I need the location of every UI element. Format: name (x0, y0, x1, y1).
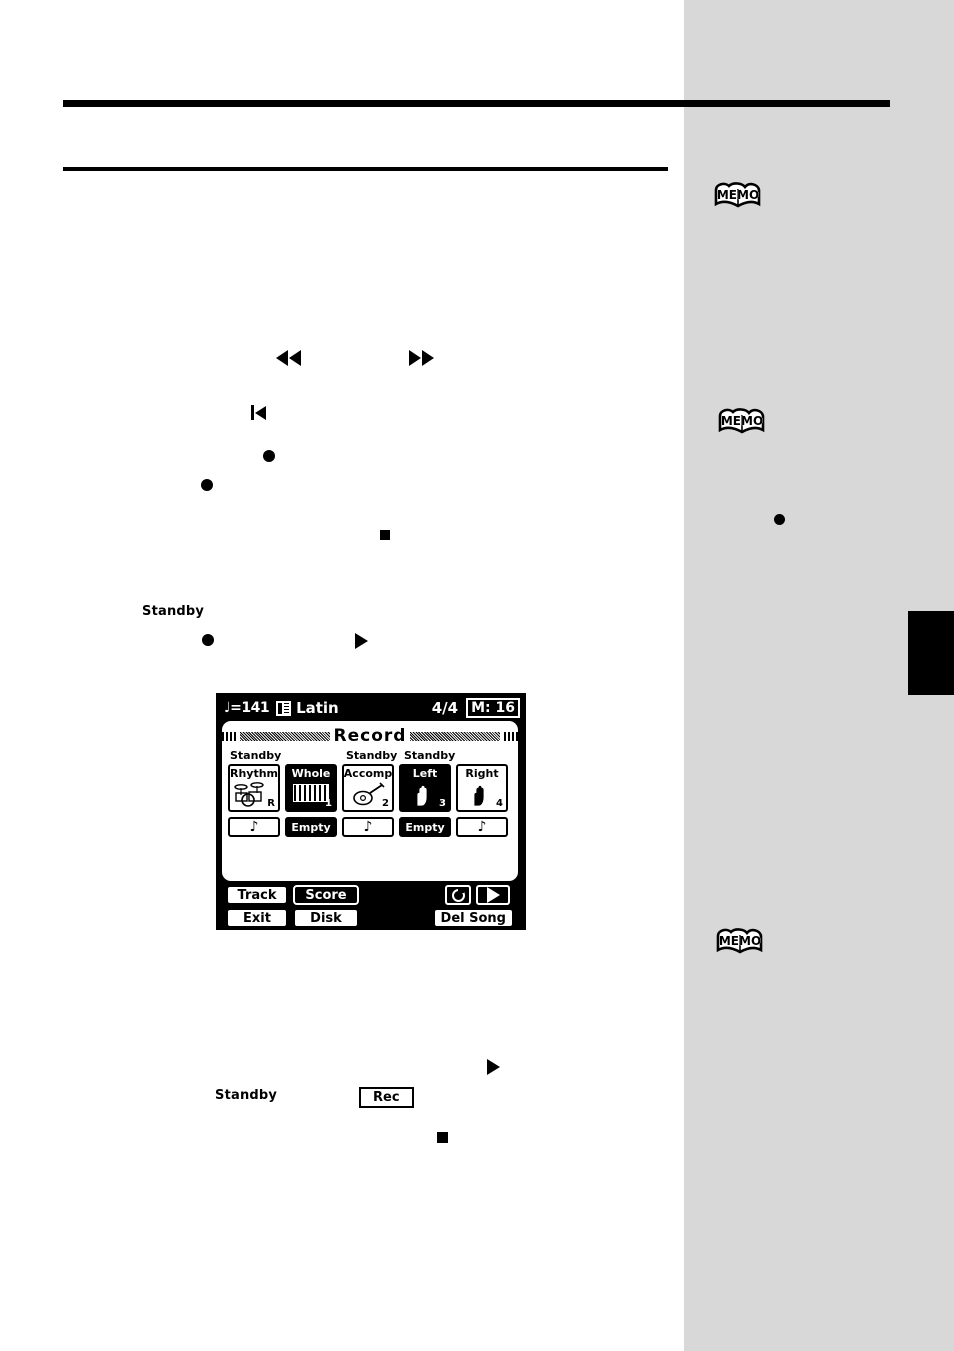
track-left-button[interactable]: Left 3 (399, 764, 451, 812)
header-rule-thick (63, 100, 890, 107)
page-title: Record (333, 726, 407, 746)
screen-title-bar: Record (222, 723, 518, 749)
score-icon (276, 700, 292, 716)
measure-label: M: (471, 700, 491, 716)
track-accomp-label: Accomp (343, 767, 393, 780)
left-hand-icon (417, 785, 427, 806)
standby-label-left: Standby (404, 749, 456, 762)
track-right-slot[interactable]: ♪ (456, 817, 508, 837)
track-right-label: Right (465, 767, 499, 780)
exit-button[interactable]: Exit (226, 908, 288, 928)
title-deco-right (504, 731, 518, 741)
record-dot-icon (263, 450, 275, 462)
lcd-button-row-1: Track Score (222, 884, 518, 906)
play-button[interactable] (476, 885, 510, 905)
play-icon (486, 887, 500, 903)
memo-icon-label: MEMO (719, 934, 761, 948)
title-hatch-right (410, 731, 500, 741)
header-rule-thin (63, 167, 668, 171)
track-accomp[interactable]: Accomp 2 ♪ (342, 764, 394, 837)
loop-icon (451, 888, 465, 902)
stop-square-icon (437, 1132, 448, 1143)
memo-icon-label: MEMO (721, 414, 763, 428)
keyboard-icon (293, 784, 329, 802)
track-whole[interactable]: Whole 1 Empty (285, 764, 337, 837)
track-view-button[interactable]: Track (226, 885, 288, 905)
lcd-button-row-2: Exit Disk Del Song (222, 908, 518, 928)
track-rhythm-number: R (267, 798, 275, 809)
fast-forward-icon (409, 350, 434, 366)
lcd-content-area: Record Standby Standby Standby Rhythm R … (222, 721, 518, 881)
track-left-number: 3 (439, 798, 446, 809)
play-triangle-icon (355, 633, 368, 649)
record-dot-icon (201, 479, 213, 491)
memo-icon: MEMO (718, 408, 765, 434)
track-right[interactable]: Right 4 ♪ (456, 764, 508, 837)
track-rhythm-label: Rhythm (229, 767, 279, 780)
title-deco-left (222, 731, 236, 741)
guitar-icon (353, 782, 385, 806)
del-song-button[interactable]: Del Song (432, 908, 514, 928)
score-view-button[interactable]: Score (293, 885, 359, 905)
track-right-number: 4 (496, 798, 503, 809)
track-whole-slot[interactable]: Empty (285, 817, 337, 837)
standby-row: Standby Standby Standby (228, 749, 512, 763)
record-dot-icon (202, 634, 214, 646)
play-triangle-icon (487, 1059, 500, 1075)
track-rhythm-slot[interactable]: ♪ (228, 817, 280, 837)
time-signature: 4/4 (431, 699, 459, 717)
track-left[interactable]: Left 3 Empty (399, 764, 451, 837)
measure-counter: M: 16 (466, 698, 520, 718)
measure-value: 16 (495, 700, 515, 716)
standby-label-rhythm: Standby (230, 749, 282, 762)
chapter-tab-marker (908, 611, 954, 695)
track-accomp-number: 2 (382, 798, 389, 809)
track-button-row: Rhythm R ♪ Whole 1 Empty Accomp 2 ♪ Left… (222, 764, 518, 837)
standby-label: Standby (142, 604, 205, 619)
track-whole-label: Whole (291, 767, 331, 780)
track-accomp-button[interactable]: Accomp 2 (342, 764, 394, 812)
sidebar-bullet (774, 514, 785, 525)
rewind-icon (276, 350, 301, 366)
track-right-button[interactable]: Right 4 (456, 764, 508, 812)
right-hand-icon (474, 785, 484, 806)
tempo-display: ♩=141 (224, 700, 270, 716)
track-whole-button[interactable]: Whole 1 (285, 764, 337, 812)
memo-icon: MEMO (716, 928, 763, 954)
title-hatch-left (240, 731, 330, 741)
style-name: Latin (296, 699, 339, 717)
disk-button[interactable]: Disk (293, 908, 359, 928)
standby-label-accomp: Standby (346, 749, 398, 762)
standby-label: Standby (215, 1088, 278, 1103)
lcd-screenshot: ♩=141 Latin 4/4 M: 16 Record Standby Sta… (216, 693, 526, 930)
loop-button[interactable] (445, 885, 471, 905)
memo-icon: MEMO (714, 182, 761, 208)
lcd-title-bar: ♩=141 Latin 4/4 M: 16 (220, 697, 522, 719)
stop-square-icon (380, 530, 390, 540)
track-rhythm-button[interactable]: Rhythm R (228, 764, 280, 812)
rec-button-inline[interactable]: Rec (359, 1087, 414, 1108)
track-left-slot[interactable]: Empty (399, 817, 451, 837)
memo-icon-label: MEMO (717, 188, 759, 202)
track-whole-number: 1 (325, 798, 332, 809)
track-rhythm[interactable]: Rhythm R ♪ (228, 764, 280, 837)
previous-track-icon (251, 405, 266, 420)
track-left-label: Left (412, 767, 438, 780)
track-accomp-slot[interactable]: ♪ (342, 817, 394, 837)
